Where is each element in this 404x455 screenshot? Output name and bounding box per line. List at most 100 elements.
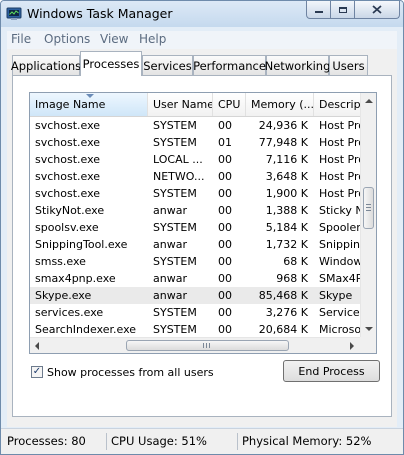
cell-description: Services xyxy=(319,306,360,319)
scroll-left-arrow-icon[interactable] xyxy=(35,342,39,350)
cell-image-name: Skype.exe xyxy=(35,289,92,302)
table-row[interactable]: SnippingTool.exe anwar 00 1,732 K Snipping xyxy=(30,236,360,253)
tab-services[interactable]: Services xyxy=(142,55,193,75)
cell-cpu: 00 xyxy=(218,119,232,132)
cell-memory: 68 K xyxy=(283,255,308,268)
thumb-grip-icon xyxy=(203,343,204,348)
table-row[interactable]: svchost.exe SYSTEM 00 1,900 K Host Pro xyxy=(30,185,360,202)
cell-cpu: 00 xyxy=(218,255,232,268)
cell-description: Spooler S xyxy=(319,221,360,234)
horizontal-scroll-thumb[interactable] xyxy=(126,340,289,351)
cell-user-name: SYSTEM xyxy=(153,187,197,200)
scroll-right-arrow-icon[interactable] xyxy=(350,342,354,350)
column-header-row: Image Name User Name CPU Memory (... Des… xyxy=(30,93,360,117)
status-bar: Processes: 80 CPU Usage: 51% Physical Me… xyxy=(1,428,403,454)
scroll-down-arrow-icon[interactable] xyxy=(365,327,373,331)
tab-performance[interactable]: Performance xyxy=(193,55,266,75)
cell-memory: 3,276 K xyxy=(265,306,308,319)
title-bar[interactable]: Windows Task Manager xyxy=(1,1,403,27)
cell-cpu: 00 xyxy=(218,170,232,183)
cell-image-name: svchost.exe xyxy=(35,187,101,200)
maximize-button[interactable] xyxy=(330,1,355,19)
show-all-users-checkbox[interactable]: ✓ xyxy=(31,366,43,378)
menu-options[interactable]: Options xyxy=(44,32,90,46)
status-physical-memory: Physical Memory: 52% xyxy=(242,434,372,448)
table-row[interactable]: services.exe SYSTEM 00 3,276 K Services xyxy=(30,304,360,321)
cell-memory: 85,468 K xyxy=(258,289,308,302)
cell-memory: 24,936 K xyxy=(258,119,308,132)
cell-user-name: anwar xyxy=(153,238,187,251)
cell-description: Host Pro xyxy=(319,187,360,200)
tab-processes[interactable]: Processes xyxy=(80,51,142,76)
cell-cpu: 00 xyxy=(218,238,232,251)
cell-user-name: NETWO... xyxy=(153,170,205,183)
table-row[interactable]: SearchIndexer.exe SYSTEM 00 20,684 K Microso… xyxy=(30,321,360,338)
cell-user-name: SYSTEM xyxy=(153,255,197,268)
cell-image-name: SearchIndexer.exe xyxy=(35,323,137,336)
column-header-image-name[interactable]: Image Name xyxy=(30,93,148,116)
cell-description: Host Pro xyxy=(319,119,360,132)
menu-view[interactable]: View xyxy=(100,32,128,46)
cell-cpu: 00 xyxy=(218,204,232,217)
vertical-scroll-thumb[interactable] xyxy=(363,187,374,229)
cell-image-name: svchost.exe xyxy=(35,170,101,183)
task-manager-window: Windows Task Manager File Options View H… xyxy=(0,0,404,455)
process-rows: svchost.exeSYSTEM0024,936 KHost Prosvcho… xyxy=(30,117,360,353)
close-icon xyxy=(372,5,382,14)
table-row[interactable]: StikyNot.exe anwar 00 1,388 K Sticky No xyxy=(30,202,360,219)
cell-memory: 1,900 K xyxy=(265,187,308,200)
minimize-icon xyxy=(314,11,323,13)
cell-user-name: SYSTEM xyxy=(153,221,197,234)
cell-image-name: svchost.exe xyxy=(35,153,101,166)
scrollbar-corner xyxy=(360,337,376,353)
column-header-user-name[interactable]: User Name xyxy=(148,93,213,116)
cell-description: Windows xyxy=(319,255,360,268)
cell-user-name: SYSTEM xyxy=(153,119,197,132)
thumb-grip-icon xyxy=(366,204,371,205)
table-row[interactable]: svchost.exe LOCAL ... 00 7,116 K Host Pro xyxy=(30,151,360,168)
show-all-users-label: Show processes from all users xyxy=(47,365,214,379)
tab-users[interactable]: Users xyxy=(329,55,368,75)
column-header-description[interactable]: Descripti xyxy=(314,93,360,116)
maximize-icon xyxy=(338,6,347,13)
check-mark-icon: ✓ xyxy=(32,366,42,377)
tab-networking[interactable]: Networking xyxy=(265,55,330,75)
cell-cpu: 00 xyxy=(218,187,232,200)
cell-user-name: SYSTEM xyxy=(153,323,197,336)
table-row[interactable]: smss.exe SYSTEM 00 68 K Windows xyxy=(30,253,360,270)
tab-applications[interactable]: Applications xyxy=(11,55,81,75)
cell-cpu: 00 xyxy=(218,272,232,285)
menu-file[interactable]: File xyxy=(11,32,31,46)
table-row[interactable]: Skype.exe anwar 00 85,468 K Skype xyxy=(30,287,360,304)
cell-description: Skype xyxy=(319,289,353,302)
minimize-button[interactable] xyxy=(306,1,331,19)
cell-user-name: SYSTEM xyxy=(153,136,197,149)
cell-memory: 968 K xyxy=(276,272,308,285)
window-title: Windows Task Manager xyxy=(27,6,173,21)
table-row[interactable]: spoolsv.exe SYSTEM 00 5,184 K Spooler S xyxy=(30,219,360,236)
menu-help[interactable]: Help xyxy=(139,32,166,46)
column-header-cpu[interactable]: CPU xyxy=(213,93,246,116)
table-row[interactable]: smax4pnp.exe anwar 00 968 K SMax4PN xyxy=(30,270,360,287)
vertical-scrollbar[interactable] xyxy=(360,93,376,337)
process-list[interactable]: Image Name User Name CPU Memory (... Des… xyxy=(29,92,377,354)
cell-image-name: SnippingTool.exe xyxy=(35,238,128,251)
table-row[interactable]: svchost.exe SYSTEM 01 77,948 K Host Pro xyxy=(30,134,360,151)
cell-cpu: 00 xyxy=(218,323,232,336)
show-all-users-option[interactable]: ✓ Show processes from all users xyxy=(31,364,214,380)
close-button[interactable] xyxy=(354,1,400,19)
horizontal-scrollbar[interactable] xyxy=(30,337,360,353)
cell-image-name: smax4pnp.exe xyxy=(35,272,116,285)
cell-description: Host Pro xyxy=(319,170,360,183)
end-process-button[interactable]: End Process xyxy=(283,360,380,382)
cell-memory: 7,116 K xyxy=(265,153,308,166)
column-header-memory[interactable]: Memory (... xyxy=(246,93,314,116)
table-row[interactable]: svchost.exe SYSTEM 00 24,936 K Host Pro xyxy=(30,117,360,134)
cell-cpu: 01 xyxy=(218,136,232,149)
cell-image-name: services.exe xyxy=(35,306,104,319)
cell-memory: 1,388 K xyxy=(265,204,308,217)
table-row[interactable]: svchost.exe NETWO... 00 3,648 K Host Pro xyxy=(30,168,360,185)
cell-memory: 5,184 K xyxy=(265,221,308,234)
scroll-up-arrow-icon[interactable] xyxy=(365,99,373,103)
cell-description: Host Pro xyxy=(319,136,360,149)
